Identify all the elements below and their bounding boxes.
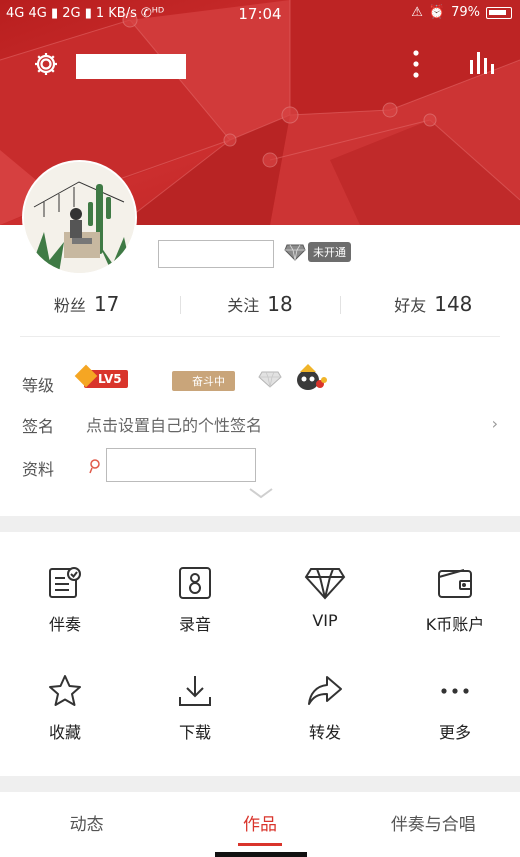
grid-share[interactable]: 转发 (260, 673, 390, 743)
location-pin-icon (88, 458, 102, 478)
tab-label: 伴奏与合唱 (390, 815, 476, 835)
stat-value: 17 (93, 292, 120, 316)
mascot-icon[interactable] (294, 364, 328, 396)
expand-chevron-icon[interactable] (248, 484, 274, 503)
grid-label: 下载 (178, 723, 211, 742)
profile-field (106, 448, 256, 482)
grid-label: 更多 (438, 723, 471, 742)
stat-label: 粉丝 (53, 296, 86, 315)
grid-label: 录音 (178, 615, 211, 634)
home-indicator[interactable] (215, 852, 307, 857)
tab-feed[interactable]: 动态 (0, 792, 173, 852)
grid-favorites[interactable]: 收藏 (0, 673, 130, 743)
nickname-header-box (76, 54, 186, 79)
alarm-icon: ⏰ (428, 5, 446, 20)
tab-accompaniment-chorus[interactable]: 伴奏与合唱 (347, 792, 520, 852)
status-bar: 4G 4G ▮ 2G ▮ 1 KB/s ✆ᴴᴰ 17:04 ⚠ ⏰ 79% (0, 0, 520, 28)
stat-following[interactable]: 关注 18 (173, 282, 346, 326)
wallet-icon (438, 569, 472, 598)
tab-label: 动态 (69, 815, 104, 835)
chevron-right-icon[interactable]: › (492, 414, 498, 433)
battery-percent: 79% (451, 5, 480, 20)
rank-badge-text: 奋斗中 (192, 375, 225, 388)
vip-status-text: 未开通 (308, 242, 351, 262)
grid-label: VIP (312, 611, 338, 630)
grid-label: 收藏 (48, 723, 81, 742)
level-badge-text: LV5 (98, 372, 122, 386)
grid-accompaniment[interactable]: 伴奏 (0, 565, 130, 635)
stat-divider (180, 296, 181, 314)
accompaniment-icon (49, 567, 81, 598)
stat-divider (340, 296, 341, 314)
profile-label: 资料 (22, 460, 55, 479)
grid-label: 伴奏 (48, 615, 81, 634)
more-icon (441, 688, 469, 694)
stat-value: 18 (267, 292, 293, 316)
tab-works[interactable]: 作品 (173, 792, 346, 852)
stat-label: 关注 (227, 296, 260, 315)
settings-gear-icon[interactable] (32, 50, 60, 82)
grid-recording[interactable]: 录音 (130, 565, 260, 635)
divider (20, 336, 500, 337)
share-icon (308, 676, 342, 705)
rank-badge[interactable]: 奋斗中 (172, 371, 235, 391)
avatar-illustration (24, 162, 135, 273)
vip-status-badge[interactable]: 未开通 (284, 241, 351, 263)
tab-label: 作品 (242, 815, 277, 835)
vip-diamond-icon (304, 568, 346, 600)
notification-icon: ⚠ (411, 5, 423, 20)
battery-icon (486, 6, 512, 19)
stats-bars-icon[interactable] (468, 50, 496, 80)
level-label: 等级 (22, 376, 55, 395)
grid-label: 转发 (308, 723, 341, 742)
download-icon (179, 676, 211, 706)
diamond-icon (284, 244, 306, 261)
stat-fans[interactable]: 粉丝 17 (0, 282, 173, 326)
content-tabs: 动态 作品 伴奏与合唱 (0, 792, 520, 852)
grid-more[interactable]: 更多 (390, 673, 520, 743)
username-field (158, 240, 274, 268)
section-gap (0, 776, 520, 792)
signature-label: 签名 (22, 417, 55, 436)
stat-label: 好友 (394, 296, 427, 315)
stat-value: 148 (434, 292, 473, 316)
grid-wallet[interactable]: K币账户 (390, 565, 520, 635)
grid-label: K币账户 (425, 615, 485, 634)
stats-row: 粉丝 17 关注 18 好友 148 (0, 282, 520, 326)
recording-icon (179, 567, 211, 599)
section-gap (0, 516, 520, 532)
stat-friends[interactable]: 好友 148 (347, 282, 520, 326)
star-icon (49, 675, 81, 706)
avatar[interactable] (22, 160, 137, 275)
grid-download[interactable]: 下载 (130, 673, 260, 743)
gray-diamond-icon[interactable] (258, 370, 282, 392)
more-vertical-icon[interactable] (411, 48, 421, 84)
level-badge[interactable]: LV5 (74, 364, 128, 388)
signature-text[interactable]: 点击设置自己的个性签名 (86, 412, 262, 436)
grid-vip[interactable]: VIP (260, 565, 390, 630)
